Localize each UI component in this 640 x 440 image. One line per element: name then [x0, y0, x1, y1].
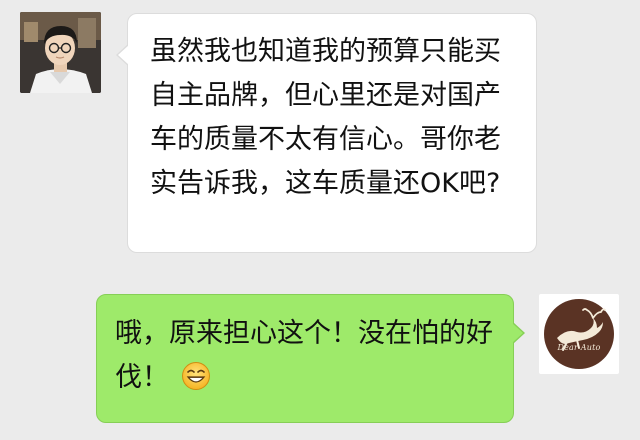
incoming-message-bubble[interactable]: 虽然我也知道我的预算只能买自主品牌，但心里还是对国产车的质量不太有信心。哥你老实… [116, 13, 537, 253]
deer-logo-icon [544, 299, 614, 369]
person-photo-icon [20, 12, 101, 93]
dear-auto-logo-text: Dear Auto [557, 343, 601, 352]
dear-auto-avatar[interactable]: Dear Auto [539, 294, 619, 374]
incoming-message-text: 虽然我也知道我的预算只能买自主品牌，但心里还是对国产车的质量不太有信心。哥你老实… [150, 36, 501, 199]
contact-avatar[interactable] [20, 12, 101, 93]
grinning-face-icon [181, 361, 211, 391]
outgoing-message-text-content: 哦，原来担心这个！没在怕的好伐！ [115, 318, 493, 393]
outgoing-message-text: 哦，原来担心这个！没在怕的好伐！ [115, 312, 495, 400]
outgoing-message-bubble[interactable]: 哦，原来担心这个！没在怕的好伐！ [96, 294, 525, 423]
